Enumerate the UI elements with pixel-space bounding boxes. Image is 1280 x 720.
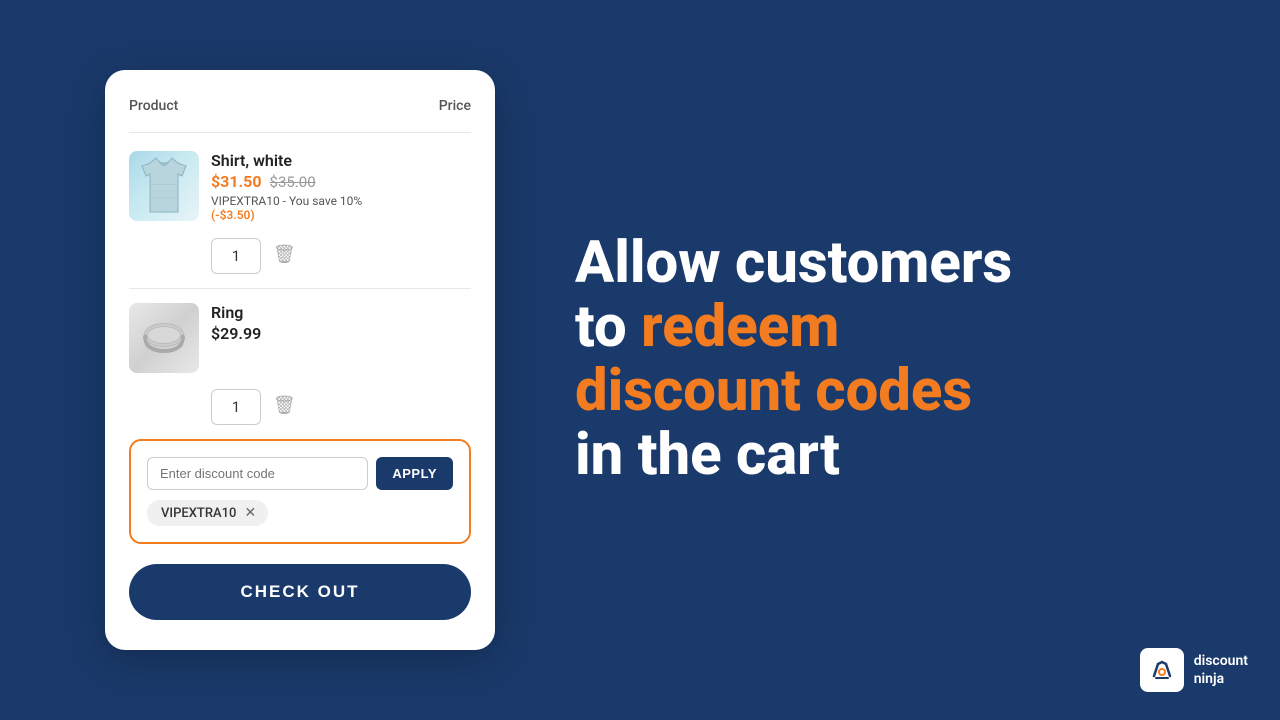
shirt-discount-label: VIPEXTRA10 - You save 10% (-$3.50)	[211, 194, 404, 222]
hero-line-3: discount codes	[575, 360, 1220, 424]
shirt-quantity[interactable]: 1	[211, 238, 261, 274]
brand-logo: discount ninja	[1140, 648, 1248, 692]
hero-text-block: Allow customers to redeem discount codes…	[575, 232, 1220, 487]
shirt-delete-icon[interactable]: 🗑	[273, 244, 296, 265]
shirt-image	[129, 151, 199, 221]
applied-discount-tag: VIPEXTRA10 ✕	[147, 500, 268, 526]
discount-section: APPLY VIPEXTRA10 ✕	[129, 439, 471, 544]
shirt-item-section: Shirt, white $31.50 $35.00 VIPEXTRA10 - …	[129, 151, 471, 274]
hero-section: Allow customers to redeem discount codes…	[495, 232, 1280, 487]
hero-line-2: to redeem	[575, 296, 1220, 360]
cart-panel: Product Price Shirt, white $31.50 $35.00	[105, 70, 495, 650]
applied-code-row: VIPEXTRA10 ✕	[147, 500, 453, 526]
ring-image	[129, 303, 199, 373]
brand-icon	[1140, 648, 1184, 692]
ring-quantity[interactable]: 1	[211, 389, 261, 425]
shirt-prices: $31.50 $35.00	[211, 172, 404, 191]
shirt-sale-price: $31.50	[211, 172, 262, 191]
hero-line-1: Allow customers	[575, 232, 1220, 296]
shirt-savings: (-$3.50)	[211, 208, 255, 222]
ring-prices: $29.99	[211, 324, 471, 343]
discount-input-row: APPLY	[147, 457, 453, 490]
table-row: Ring $29.99	[129, 303, 471, 373]
items-divider	[129, 288, 471, 289]
ring-details: Ring $29.99	[211, 303, 471, 343]
shirt-original-price: $35.00	[270, 173, 316, 191]
checkout-button[interactable]: CHECK OUT	[129, 564, 471, 620]
brand-name: discount ninja	[1194, 652, 1248, 688]
header-divider	[129, 132, 471, 133]
shirt-details: Shirt, white $31.50 $35.00 VIPEXTRA10 - …	[211, 151, 404, 222]
hero-line-4: in the cart	[575, 424, 1220, 488]
price-column-label: Price	[439, 98, 471, 114]
ring-price: $29.99	[211, 324, 261, 343]
product-column-label: Product	[129, 98, 178, 114]
apply-discount-button[interactable]: APPLY	[376, 457, 453, 490]
shirt-name: Shirt, white	[211, 151, 404, 170]
ring-delete-icon[interactable]: 🗑	[273, 395, 296, 416]
remove-discount-icon[interactable]: ✕	[244, 505, 256, 521]
cart-header: Product Price	[129, 98, 471, 114]
applied-code-label: VIPEXTRA10	[161, 506, 236, 521]
ring-name: Ring	[211, 303, 471, 322]
ring-qty-row: 1 🗑	[211, 381, 471, 425]
discount-code-input[interactable]	[147, 457, 368, 490]
table-row: Shirt, white $31.50 $35.00 VIPEXTRA10 - …	[129, 151, 471, 222]
ring-item-section: Ring $29.99 1 🗑	[129, 303, 471, 425]
shirt-qty-row: 1 🗑	[211, 230, 471, 274]
